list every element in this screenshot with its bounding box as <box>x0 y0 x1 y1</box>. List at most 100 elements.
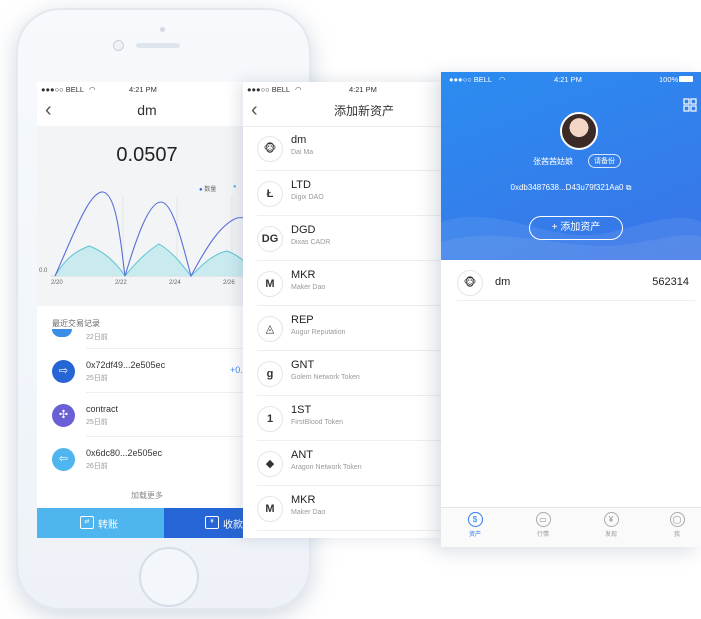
asset-symbol: GNT <box>291 359 315 371</box>
receive-icon: ¥ <box>205 516 219 529</box>
asset-list-item[interactable]: 1 1ST FirstBlood Token <box>243 396 445 441</box>
wifi-icon: ◠ <box>499 75 506 84</box>
status-bar: ●●●○○ BELL ◠ 4:21 PM <box>243 82 445 96</box>
row-divider <box>257 530 445 531</box>
backup-button[interactable]: 请备份 <box>588 154 621 168</box>
asset-name: Digix DAO <box>291 194 324 201</box>
asset-symbol: dm <box>495 276 511 288</box>
area-series-fill <box>55 244 257 276</box>
wifi-icon: ◠ <box>295 85 302 94</box>
ltd-logo-icon: Ł <box>257 181 283 207</box>
transaction-date: 26日前 <box>86 463 108 470</box>
carrier-label: ●●●○○ BELL <box>41 85 85 94</box>
asset-name: Dai Ma <box>291 149 314 156</box>
asset-list-item[interactable]: DG DGD Dixas CADR <box>243 216 445 261</box>
tab-label: 资产 <box>468 532 481 538</box>
transaction-hash: contract <box>86 404 119 414</box>
y-tick-label: 0.0 <box>39 268 48 274</box>
chart-plot: 0.0 2/20 2/22 2/24 2/26 <box>39 191 257 286</box>
receive-label: 收款 <box>223 520 243 531</box>
add-asset-button[interactable]: + 添加资产 <box>529 216 623 240</box>
asset-symbol: DGD <box>291 224 316 236</box>
profile-icon: ◯ <box>669 512 685 527</box>
dgd-logo-icon: DG <box>257 226 283 252</box>
asset-list-item[interactable]: ◬ REP Augur Reputation <box>243 306 445 351</box>
asset-symbol: REP <box>291 314 314 326</box>
asset-symbol: MKR <box>291 494 316 506</box>
dm-logo-icon: 🐵 <box>257 136 283 162</box>
asset-list-item[interactable]: ◆ ANT Aragon Network Token <box>243 441 445 486</box>
wallet-address-text: 0xdb3487638...D43u79f321Aa0 <box>510 183 624 192</box>
add-asset-screen: ●●●○○ BELL ◠ 4:21 PM ‹ 添加新资产 🐵 dm Dai Ma Ł L… <box>243 82 445 538</box>
wifi-icon: ◠ <box>89 85 96 94</box>
asset-name: FirstBlood Token <box>291 419 344 426</box>
tab-label: 我 <box>673 532 680 538</box>
username: 张茜茜姑娘 <box>533 157 573 166</box>
market-icon: ▭ <box>535 512 551 527</box>
asset-list-item[interactable]: 🐵 dm Dai Ma <box>243 126 445 171</box>
mkr-logo-icon: M <box>257 496 283 522</box>
asset-list-item[interactable]: Ł LTD Digix DAO <box>243 171 445 216</box>
tab-profile[interactable]: ◯ 我 <box>657 512 697 538</box>
transaction-hash: 0x6dc80...2e505ec <box>86 448 163 458</box>
x-tick-label: 2/24 <box>169 280 181 286</box>
tab-label: 行情 <box>536 532 549 538</box>
battery-level: 100% <box>659 75 679 84</box>
carrier-label: ●●●○○ BELL <box>449 75 493 84</box>
asset-name: Maker Dao <box>291 284 326 291</box>
transfer-label: 转账 <box>98 520 118 531</box>
nav-bar: ‹ 添加新资产 <box>243 96 445 127</box>
transaction-row[interactable]: ✣ contract 25日前 <box>52 400 257 440</box>
asset-value: 562314 <box>652 276 689 288</box>
tab-bar: $ 资产 ▭ 行情 ¥ 发现 ◯ 我 <box>441 507 701 547</box>
speaker-grille <box>136 43 180 48</box>
tab-label: 发现 <box>604 532 617 538</box>
x-tick-label: 2/26 <box>223 280 235 286</box>
qr-code-icon[interactable] <box>683 98 697 112</box>
assets-icon: $ <box>467 512 483 527</box>
transfer-icon <box>52 329 72 337</box>
row-divider <box>86 436 257 437</box>
dm-logo-icon: 🐵 <box>457 270 483 296</box>
asset-name: Golem Network Token <box>291 374 360 381</box>
balance-chart: 0.0507 ● 数量 ● 0.0 2/20 2/22 2/24 2/26 <box>37 126 257 306</box>
asset-list-item[interactable]: g GNT Golem Network Token <box>243 351 445 396</box>
transfer-button[interactable]: ⇄ 转账 <box>37 508 164 538</box>
status-bar: ●●●○○ BELL ◠ 4:21 PM 100% <box>441 72 701 86</box>
tab-assets[interactable]: $ 资产 <box>455 512 495 538</box>
status-bar: ●●●○○ BELL ◠ 4:21 PM <box>37 82 257 96</box>
transaction-row[interactable]: ⇨ 0x72df49...2e505ec 25日前 +0.100 <box>52 356 257 396</box>
home-button[interactable] <box>139 547 199 607</box>
tab-discover[interactable]: ¥ 发现 <box>591 512 631 538</box>
load-more-button[interactable]: 加载更多 <box>37 490 257 501</box>
transaction-date: 25日前 <box>86 375 108 382</box>
mkr-logo-icon: M <box>257 271 283 297</box>
copy-icon[interactable]: ⧉ <box>626 183 632 192</box>
wallet-address[interactable]: 0xdb3487638...D43u79f321Aa0 ⧉ <box>441 183 701 193</box>
asset-list-item[interactable]: M MKR Maker Dao <box>243 486 445 531</box>
wallet-screen: ●●●○○ BELL ◠ 4:21 PM 100% 张茜茜姑娘 请备份 0xdb… <box>441 72 701 547</box>
avatar[interactable] <box>560 112 598 150</box>
status-time: 4:21 PM <box>554 75 582 84</box>
rep-logo-icon: ◬ <box>257 316 283 342</box>
receive-icon: ⇨ <box>52 360 75 383</box>
1st-logo-icon: 1 <box>257 406 283 432</box>
transaction-row[interactable]: ⇦ 0x6dc80...2e505ec 26日前 - <box>52 444 257 484</box>
transaction-date: 25日前 <box>86 419 108 426</box>
x-tick-label: 2/22 <box>115 280 127 286</box>
discover-icon: ¥ <box>603 512 619 527</box>
token-detail-screen: ●●●○○ BELL ◠ 4:21 PM ‹ dm 0.0507 ● 数量 ● … <box>37 82 257 538</box>
x-tick-label: 2/20 <box>51 280 63 286</box>
asset-row[interactable]: 🐵 dm 562314 <box>457 270 695 301</box>
contract-icon: ✣ <box>52 404 75 427</box>
wallet-header: ●●●○○ BELL ◠ 4:21 PM 100% 张茜茜姑娘 请备份 0xdb… <box>441 72 701 260</box>
asset-list-item[interactable]: M MKR Maker Dao <box>243 261 445 306</box>
status-time: 4:21 PM <box>129 85 157 94</box>
tab-market[interactable]: ▭ 行情 <box>523 512 563 538</box>
transfer-icon: ⇄ <box>80 516 94 529</box>
transaction-date: 22日前 <box>86 334 108 341</box>
ant-logo-icon: ◆ <box>257 451 283 477</box>
row-divider <box>86 348 257 349</box>
asset-name: Augur Reputation <box>291 329 346 336</box>
asset-symbol: ANT <box>291 449 313 461</box>
